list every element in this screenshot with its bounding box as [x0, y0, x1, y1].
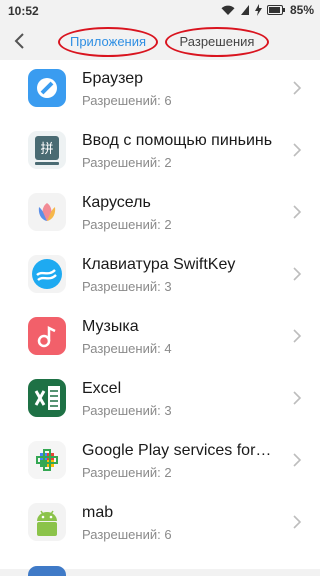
- chevron-right-icon: [293, 515, 302, 529]
- permission-count: Разрешений: 2: [82, 217, 172, 232]
- music-icon: [28, 317, 66, 355]
- status-right: 85%: [221, 3, 314, 17]
- list-item[interactable]: Клавиатура SwiftKey Разрешений: 3: [0, 246, 320, 308]
- chevron-right-icon: [293, 391, 302, 405]
- permission-count: Разрешений: 4: [82, 341, 172, 356]
- excel-icon: [28, 379, 66, 417]
- browser-icon: [28, 69, 66, 107]
- app-name: Ввод с помощью пиньинь: [82, 132, 273, 149]
- app-name: Клавиатура SwiftKey: [82, 256, 236, 273]
- tab-permissions[interactable]: Разрешения: [165, 27, 269, 57]
- app-name: Excel: [82, 380, 122, 397]
- pinyin-keyboard-icon: 拼: [28, 131, 66, 169]
- permission-count: Разрешений: 2: [82, 465, 172, 480]
- svg-text:拼: 拼: [40, 142, 53, 157]
- permission-count: Разрешений: 2: [82, 155, 172, 170]
- status-bar: 10:52 85%: [0, 0, 320, 22]
- battery-icon: [266, 5, 285, 15]
- android-icon: [28, 503, 66, 541]
- list-item[interactable]: Google Play services for… Разрешений: 2: [0, 432, 320, 494]
- top-bar: Приложения Разрешения: [0, 22, 320, 60]
- partial-app-icon: [28, 566, 66, 576]
- chevron-right-icon: [293, 143, 302, 157]
- app-list: Браузер Разрешений: 6 拼 Ввод с помощью п…: [0, 60, 320, 569]
- tab-apps[interactable]: Приложения: [58, 27, 158, 57]
- wifi-icon: [221, 4, 235, 16]
- list-item[interactable]: Браузер Разрешений: 6: [0, 60, 320, 122]
- app-name: Карусель: [82, 194, 151, 211]
- app-name: Музыка: [82, 318, 139, 335]
- list-item[interactable]: mab Разрешений: 6: [0, 494, 320, 556]
- app-name: Браузер: [82, 70, 144, 87]
- chevron-right-icon: [293, 453, 302, 467]
- permission-count: Разрешений: 3: [82, 279, 172, 294]
- carousel-flower-icon: [28, 193, 66, 231]
- charging-icon: [254, 4, 262, 16]
- list-item[interactable]: 拼 Ввод с помощью пиньинь Разрешений: 2: [0, 122, 320, 184]
- list-item[interactable]: Карусель Разрешений: 2: [0, 184, 320, 246]
- google-play-services-icon: [28, 441, 66, 479]
- battery-percent: 85%: [289, 3, 314, 17]
- permission-count: Разрешений: 6: [82, 527, 172, 542]
- chevron-left-icon: [14, 33, 24, 49]
- app-name: Google Play services for…: [82, 442, 272, 459]
- chevron-right-icon: [293, 329, 302, 343]
- list-item[interactable]: Музыка Разрешений: 4: [0, 308, 320, 370]
- list-item[interactable]: Excel Разрешений: 3: [0, 370, 320, 432]
- app-name: mab: [82, 504, 114, 521]
- chevron-right-icon: [293, 267, 302, 281]
- status-time: 10:52: [8, 4, 39, 18]
- permission-count: Разрешений: 6: [82, 93, 172, 108]
- swiftkey-icon: [28, 255, 66, 293]
- permission-count: Разрешений: 3: [82, 403, 172, 418]
- back-button[interactable]: [12, 31, 30, 51]
- sim-icon: [240, 4, 250, 16]
- chevron-right-icon: [293, 205, 302, 219]
- chevron-right-icon: [293, 81, 302, 95]
